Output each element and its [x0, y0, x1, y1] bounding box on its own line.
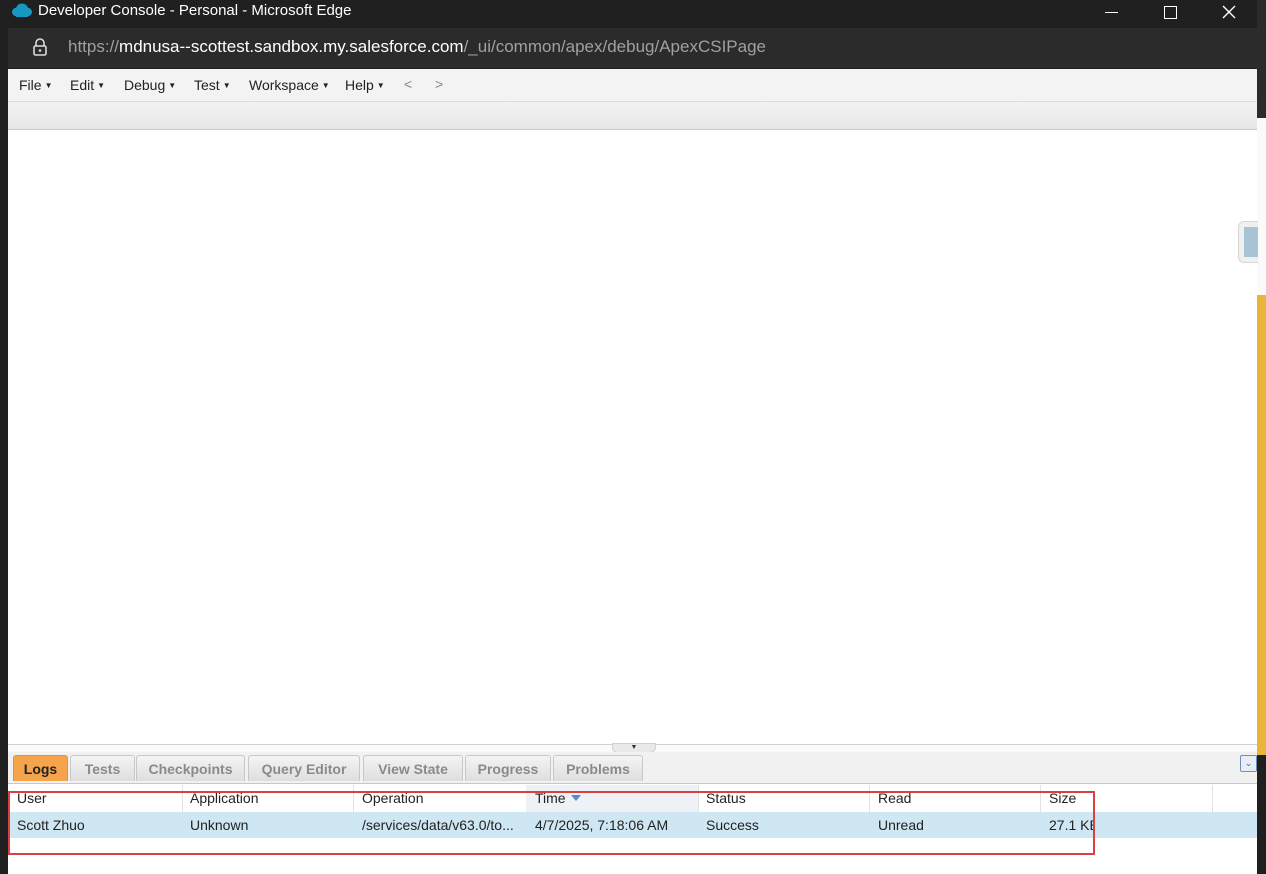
- cell-application: Unknown: [190, 817, 249, 833]
- menu-file[interactable]: File ▼: [19, 77, 52, 93]
- column-header-read[interactable]: Read: [869, 785, 1041, 812]
- panel-tab-strip: Logs Tests Checkpoints Query Editor View…: [8, 752, 1257, 784]
- menu-debug-label: Debug: [124, 77, 166, 93]
- menu-help[interactable]: Help ▼: [345, 77, 385, 93]
- menu-edit-label: Edit: [70, 77, 95, 93]
- logs-table-header: User Application Operation Time Status R…: [8, 785, 1257, 813]
- background-app-strip: [1257, 295, 1266, 755]
- column-header-operation[interactable]: Operation: [353, 785, 527, 812]
- column-header-application[interactable]: Application: [181, 785, 354, 812]
- table-row[interactable]: Scott Zhuo Unknown /services/data/v63.0/…: [8, 812, 1257, 838]
- cell-user: Scott Zhuo: [17, 817, 85, 833]
- address-bar[interactable]: https://mdnusa--scottest.sandbox.my.sale…: [8, 28, 1257, 68]
- maximize-icon: [1163, 5, 1177, 19]
- chevron-left-icon: [1244, 227, 1258, 257]
- sort-descending-icon: [570, 795, 581, 801]
- cell-operation: /services/data/v63.0/to...: [362, 817, 514, 833]
- url-path: /_ui/common/apex/debug/ApexCSIPage: [463, 37, 766, 56]
- column-header-time[interactable]: Time: [526, 785, 699, 812]
- cell-read: Unread: [878, 817, 924, 833]
- menu-workspace[interactable]: Workspace ▼: [249, 77, 330, 93]
- salesforce-cloud-icon: [12, 3, 32, 17]
- menu-edit[interactable]: Edit ▼: [70, 77, 105, 93]
- logs-table: User Application Operation Time Status R…: [8, 785, 1257, 874]
- menu-workspace-label: Workspace: [249, 77, 319, 93]
- column-header-size[interactable]: Size: [1040, 785, 1213, 812]
- caret-down-icon: ▼: [44, 81, 53, 90]
- title-bar: Developer Console - Personal - Microsoft…: [0, 0, 1257, 24]
- lock-icon[interactable]: [30, 37, 50, 57]
- tab-checkpoints[interactable]: Checkpoints: [136, 755, 245, 781]
- tab-tests[interactable]: Tests: [70, 755, 135, 781]
- minimize-button[interactable]: [1083, 0, 1139, 24]
- tab-query-editor[interactable]: Query Editor: [248, 755, 360, 781]
- cell-time: 4/7/2025, 7:18:06 AM: [535, 817, 669, 833]
- menu-test[interactable]: Test ▼: [194, 77, 231, 93]
- column-header-time-label: Time: [535, 790, 566, 806]
- forward-button[interactable]: >: [435, 76, 443, 92]
- back-button[interactable]: <: [404, 76, 412, 92]
- caret-down-icon: ▼: [97, 81, 106, 90]
- tab-logs[interactable]: Logs: [13, 755, 68, 781]
- window-title: Developer Console - Personal - Microsoft…: [38, 2, 352, 19]
- background-app-strip: [1257, 0, 1266, 118]
- tab-view-state[interactable]: View State: [363, 755, 463, 781]
- maximize-button[interactable]: [1142, 0, 1198, 24]
- url-scheme: https://: [68, 37, 120, 56]
- browser-window: Developer Console - Personal - Microsoft…: [0, 0, 1258, 874]
- url-text[interactable]: https://mdnusa--scottest.sandbox.my.sale…: [68, 37, 766, 57]
- column-header-status[interactable]: Status: [697, 785, 870, 812]
- tab-progress[interactable]: Progress: [465, 755, 551, 781]
- menu-debug[interactable]: Debug ▼: [124, 77, 176, 93]
- editor-area[interactable]: [8, 131, 1257, 744]
- collapse-panel-icon[interactable]: ⌄: [1240, 755, 1257, 772]
- developer-console: File ▼ Edit ▼ Debug ▼ Test ▼ Workspace ▼ Help…: [8, 69, 1258, 874]
- editor-tab-bar: [8, 102, 1257, 130]
- caret-down-icon: ▼: [321, 81, 330, 90]
- menu-help-label: Help: [345, 77, 374, 93]
- caret-down-icon: ▼: [376, 81, 385, 90]
- close-icon: [1222, 5, 1236, 19]
- column-header-user[interactable]: User: [8, 785, 183, 812]
- cell-size: 27.1 KB: [1049, 817, 1095, 833]
- caret-down-icon: ▼: [168, 81, 177, 90]
- menu-bar: File ▼ Edit ▼ Debug ▼ Test ▼ Workspace ▼ Help…: [8, 69, 1257, 102]
- menu-test-label: Test: [194, 77, 220, 93]
- tab-problems[interactable]: Problems: [553, 755, 643, 781]
- background-app-strip: [1257, 118, 1266, 295]
- url-host: mdnusa--scottest.sandbox.my.salesforce.c…: [119, 37, 464, 56]
- caret-down-icon: ▼: [222, 81, 231, 90]
- side-panel-toggle[interactable]: [1238, 221, 1258, 263]
- cell-status: Success: [706, 817, 759, 833]
- close-button[interactable]: [1201, 0, 1257, 24]
- minimize-icon: [1104, 11, 1118, 13]
- menu-file-label: File: [19, 77, 42, 93]
